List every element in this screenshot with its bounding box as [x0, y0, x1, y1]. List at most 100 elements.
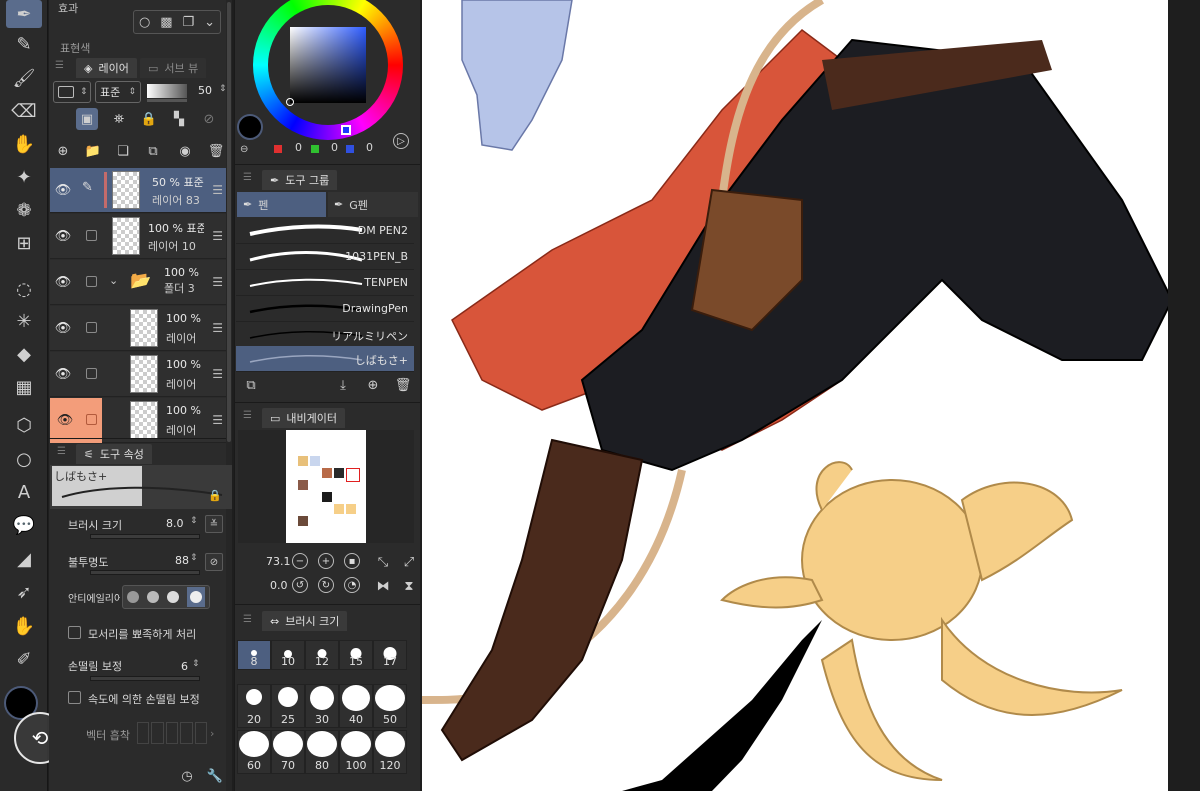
lock-transparency-icon[interactable]: ▚ [168, 108, 190, 130]
panel-grip-icon[interactable]: ☰ [55, 60, 64, 71]
color-play-icon[interactable]: ▷ [393, 133, 409, 149]
green-value[interactable]: 0 [331, 141, 338, 154]
brush-opacity-slider[interactable] [90, 570, 200, 575]
brush-item[interactable]: しばもさ+ [236, 346, 414, 372]
left-panel-scrollbar[interactable] [226, 0, 232, 791]
opacity-settings-icon[interactable]: ⊘ [205, 553, 223, 571]
blend-mode-dropdown[interactable]: 표준 ⇕ [95, 81, 141, 103]
layer-menu-icon[interactable]: ☰ [212, 183, 223, 197]
navigator-view-frame[interactable] [346, 468, 360, 482]
3d-object-icon[interactable]: ⬡ [6, 411, 42, 439]
eye-icon[interactable]: 👁 [50, 306, 76, 351]
layer-checkbox[interactable] [86, 322, 97, 333]
layer-color-dropdown[interactable]: ⇕ [53, 81, 91, 103]
brush-size-40[interactable]: 40 [339, 684, 373, 728]
reset-rotation-icon[interactable]: ◔ [344, 577, 360, 593]
color-mode-icon[interactable]: ⊖ [240, 144, 248, 155]
brush-item[interactable]: TENPEN [236, 270, 414, 296]
tab-brush-size[interactable]: ⇔ 브러시 크기 [262, 611, 348, 631]
stabilization-stepper-icon[interactable]: ⇕ [192, 659, 200, 669]
lasso-tool-icon[interactable]: ◌ [6, 275, 42, 303]
rotate-right-icon[interactable]: ↻ [318, 577, 334, 593]
operation-tool-icon[interactable]: ➶ [6, 578, 42, 606]
folder-expand-icon[interactable]: ⌄ [109, 274, 118, 287]
sharpen-corners-checkbox[interactable] [68, 626, 81, 639]
tool-group-g-pen[interactable]: ✒ G펜 [328, 192, 418, 217]
brush-size-100[interactable]: 100 [339, 730, 373, 774]
layer-row[interactable]: 👁 ✎ 50 % 표준 레이어 83 ☰ [50, 168, 226, 213]
layer-row[interactable]: 👁 100 % 표준 레이어 10 ☰ [50, 214, 226, 259]
layer-menu-icon[interactable]: ☰ [212, 413, 223, 427]
layer-menu-icon[interactable]: ☰ [212, 321, 223, 335]
current-color-icon[interactable] [237, 114, 263, 140]
eye-icon[interactable]: 👁 [50, 214, 76, 259]
brush-tool-icon[interactable]: 🖌 [6, 64, 42, 92]
text-tool-icon[interactable]: A [6, 478, 42, 506]
pen-nib-icon[interactable]: ✎ [6, 30, 42, 58]
rotate-left-icon[interactable]: ↺ [292, 577, 308, 593]
brush-item[interactable]: DrawingPen [236, 296, 414, 322]
opacity-stepper-icon[interactable]: ⇕ [219, 84, 227, 94]
tool-group-pen[interactable]: ✒ 펜 [237, 192, 326, 217]
antialias-medium-icon[interactable] [167, 591, 179, 603]
layer-row[interactable]: 👁 100 % 레이어 56 ☰ [50, 306, 226, 351]
tab-sub-view[interactable]: ▭ 서브 뷰 [140, 58, 207, 78]
folder-row[interactable]: 👁 ⌄ 📂 100 % 폴더 3 ☰ [50, 260, 226, 305]
color-saturation-square[interactable] [290, 27, 366, 103]
layer-menu-icon[interactable]: ☰ [212, 367, 223, 381]
opacity-value[interactable]: 88 [175, 554, 189, 567]
eraser-tool-icon[interactable]: ⌫ [6, 97, 42, 125]
zoom-in-icon[interactable]: + [318, 553, 334, 569]
vector-snap-selector[interactable] [137, 722, 208, 744]
clip-layer-icon[interactable]: ▣ [76, 108, 98, 130]
new-raster-layer-icon[interactable]: ⊕ [52, 140, 74, 162]
merge-down-icon[interactable]: ⧉ [142, 140, 164, 162]
sparkle-tool-icon[interactable]: ✦ [6, 163, 42, 191]
delete-brush-icon[interactable]: 🗑 [392, 374, 414, 396]
fill-tool-icon[interactable]: ◆ [6, 340, 42, 368]
layer-checkbox[interactable] [86, 276, 97, 287]
layer-checkbox[interactable] [86, 414, 97, 425]
panel-grip-icon[interactable]: ☰ [243, 614, 252, 625]
speed-stabilization-checkbox[interactable] [68, 691, 81, 704]
layer-menu-icon[interactable]: ☰ [212, 275, 223, 289]
brush-size-17[interactable]: 17 [373, 640, 407, 670]
fit-window-icon[interactable]: ⤡ [372, 551, 394, 573]
copy-layer-icon[interactable]: ❏ [112, 140, 134, 162]
brush-size-10[interactable]: 10 [271, 640, 305, 670]
new-folder-icon[interactable]: 📁 [82, 140, 104, 162]
hand-tool-icon[interactable]: ✋ [6, 612, 42, 640]
zoom-fit-icon[interactable]: ▪ [344, 553, 360, 569]
sub-tool-settings-icon[interactable]: ⧉ [240, 374, 262, 396]
eyedropper-tool-icon[interactable]: ✐ [6, 645, 42, 673]
decoration-tool-icon[interactable]: ❁ [6, 196, 42, 224]
brush-size-12[interactable]: 12 [305, 640, 339, 670]
layer-checkbox[interactable] [86, 368, 97, 379]
color-wheel[interactable] [253, 0, 403, 140]
brush-size-50[interactable]: 50 [373, 684, 407, 728]
panel-grip-icon[interactable]: ☰ [243, 172, 252, 183]
balloon-tool-icon[interactable]: 💬 [6, 511, 42, 539]
reset-view-icon[interactable]: ⤢ [398, 551, 420, 573]
tab-tool-group[interactable]: ✒ 도구 그룹 [262, 170, 338, 190]
eye-icon[interactable]: 👁 [50, 168, 76, 213]
layer-menu-icon[interactable]: ☰ [212, 229, 223, 243]
zoom-value[interactable]: 73.1 [266, 555, 291, 568]
import-brush-icon[interactable]: ⤓ [332, 374, 354, 396]
grid-tool-icon[interactable]: ⊞ [6, 229, 42, 257]
lock-icon[interactable]: 🔒 [208, 489, 222, 502]
brush-size-slider[interactable] [90, 534, 200, 539]
ellipse-tool-icon[interactable]: ○ [6, 445, 42, 473]
brush-size-30[interactable]: 30 [305, 684, 339, 728]
blue-value[interactable]: 0 [366, 141, 373, 154]
gradient-tool-icon[interactable]: ▦ [6, 373, 42, 401]
layer-checkbox[interactable] [86, 230, 97, 241]
mask-enable-icon[interactable]: ⊘ [198, 108, 220, 130]
antialias-weak-icon[interactable] [147, 591, 159, 603]
antialias-none-icon[interactable] [127, 591, 139, 603]
tab-tool-property[interactable]: ⚟ 도구 속성 [76, 444, 152, 464]
antialias-strong-icon[interactable] [187, 587, 205, 607]
delete-layer-icon[interactable]: 🗑 [205, 140, 227, 162]
layer-row[interactable]: 👁 100 % 레이어 45 ☰ [50, 352, 226, 397]
zoom-out-icon[interactable]: − [292, 553, 308, 569]
